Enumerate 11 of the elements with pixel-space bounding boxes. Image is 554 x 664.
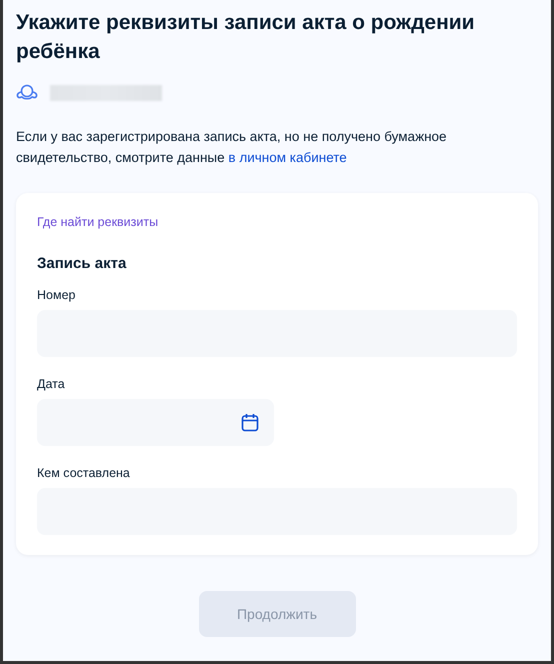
user-circle-icon: [16, 84, 38, 102]
section-title: Запись акта: [37, 255, 128, 272]
field-label: Кем составлена: [37, 466, 131, 480]
account-link[interactable]: в личном кабинете: [228, 150, 347, 165]
notice-text: Если у вас зарегистрирована запись акта, но не получено бумажное свидетельство, смотрите данные в личном кабинете: [16, 128, 448, 167]
page-title: Укажите реквизиты записи акта о рождении ребёнка: [16, 10, 476, 65]
field-label: Дата: [37, 377, 66, 391]
field-label: Номер: [37, 288, 76, 302]
date-field[interactable]: [37, 399, 274, 446]
help-link[interactable]: Где найти реквизиты: [37, 215, 158, 229]
calendar-icon[interactable]: [241, 413, 259, 432]
